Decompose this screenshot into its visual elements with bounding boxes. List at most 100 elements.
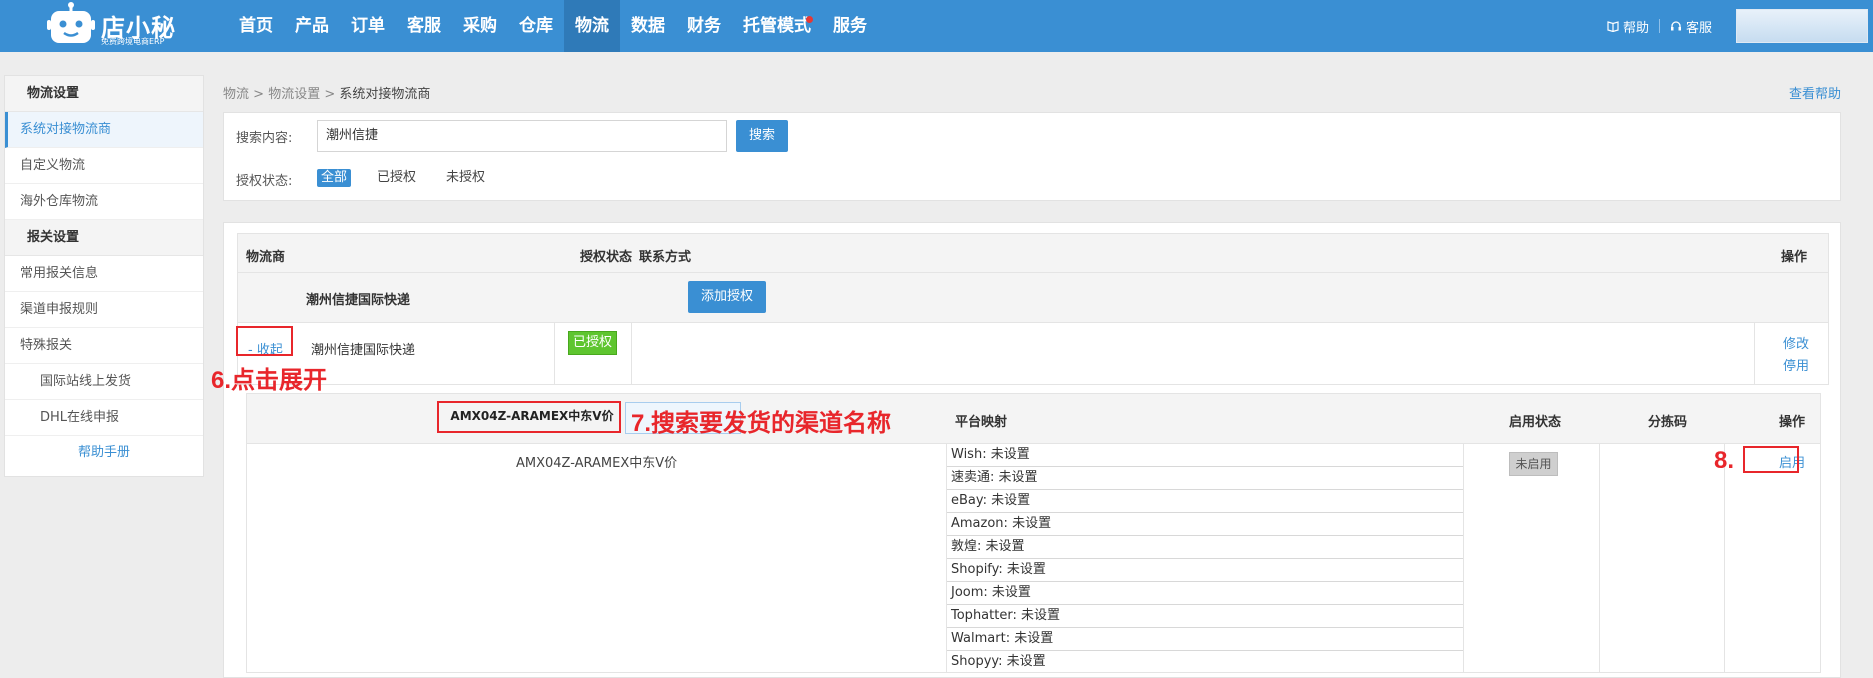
header-platform-mapping: 平台映射 bbox=[955, 415, 1008, 430]
channel-table: AMX04Z-ARAMEX中东V价 平台映射 启用状态 分拣码 操作 AMX04… bbox=[246, 393, 1821, 673]
book-icon bbox=[1607, 21, 1619, 32]
mapping-value: 未设置 bbox=[998, 470, 1038, 485]
logo-subtitle: 免费跨境电商ERP bbox=[101, 37, 165, 46]
header-enable-status: 启用状态 bbox=[1509, 415, 1562, 430]
mapping-platform: Tophatter bbox=[951, 608, 1013, 623]
nav-hosting[interactable]: 托管模式 bbox=[732, 0, 822, 52]
add-auth-button[interactable]: 添加授权 bbox=[688, 281, 766, 313]
nav-logistics[interactable]: 物流 bbox=[564, 0, 620, 52]
carrier-company-name: 潮州信捷国际快递 bbox=[306, 293, 411, 308]
sidebar-item-custom-logistics[interactable]: 自定义物流 bbox=[5, 148, 203, 184]
mapping-platform: Amazon bbox=[951, 516, 1004, 531]
mapping-value: 未设置 bbox=[1006, 562, 1046, 577]
table-header: 物流商 授权状态 联系方式 操作 bbox=[237, 233, 1829, 273]
headset-icon bbox=[1670, 21, 1681, 31]
nav-customer-service[interactable]: 客服 bbox=[396, 0, 452, 52]
user-account[interactable] bbox=[1736, 9, 1868, 43]
mapping-platform: eBay bbox=[951, 493, 983, 508]
mapping-platform: Wish bbox=[951, 447, 983, 462]
mapping-row: Tophatter: 未设置 bbox=[947, 605, 1463, 628]
sidebar: 物流设置 系统对接物流商 自定义物流 海外仓库物流 报关设置 常用报关信息 渠道… bbox=[4, 75, 204, 477]
nav-purchasing[interactable]: 采购 bbox=[452, 0, 508, 52]
sidebar-item-special-customs[interactable]: 特殊报关 bbox=[5, 328, 203, 364]
nav-hosting-label: 托管模式 bbox=[743, 16, 811, 36]
mapping-value: 未设置 bbox=[1006, 654, 1046, 669]
header-channel-operation: 操作 bbox=[1779, 415, 1806, 430]
mapping-value: 未设置 bbox=[985, 539, 1025, 554]
breadcrumb-logistics[interactable]: 物流 bbox=[223, 87, 249, 102]
divider bbox=[1463, 444, 1464, 673]
nav-home[interactable]: 首页 bbox=[228, 0, 284, 52]
carrier-account-name: 潮州信捷国际快递 bbox=[311, 343, 416, 358]
disable-link[interactable]: 停用 bbox=[1783, 355, 1809, 374]
breadcrumb-current: 系统对接物流商 bbox=[339, 87, 431, 102]
sidebar-item-common-customs[interactable]: 常用报关信息 bbox=[5, 256, 203, 292]
disabled-status-badge: 未启用 bbox=[1509, 452, 1558, 476]
mapping-row: 速卖通: 未设置 bbox=[947, 467, 1463, 490]
filter-authorized[interactable]: 已授权 bbox=[373, 169, 420, 187]
view-help-link[interactable]: 查看帮助 bbox=[1789, 83, 1841, 102]
nav-products[interactable]: 产品 bbox=[284, 0, 340, 52]
divider bbox=[1599, 444, 1600, 673]
nav-data[interactable]: 数据 bbox=[620, 0, 676, 52]
divider bbox=[1754, 323, 1755, 384]
sidebar-item-intl-online-shipping[interactable]: 国际站线上发货 bbox=[5, 364, 203, 400]
breadcrumb: 物流 > 物流设置 > 系统对接物流商 bbox=[223, 83, 430, 102]
header-operation: 操作 bbox=[1781, 250, 1808, 265]
divider bbox=[1724, 444, 1725, 673]
mapping-row: Shopify: 未设置 bbox=[947, 559, 1463, 582]
edit-link[interactable]: 修改 bbox=[1783, 333, 1809, 352]
search-button[interactable]: 搜索 bbox=[736, 120, 788, 152]
annotation-step7: 7.搜索要发货的渠道名称 bbox=[631, 410, 892, 437]
mapping-platform: Joom bbox=[951, 585, 984, 600]
sidebar-item-overseas-warehouse[interactable]: 海外仓库物流 bbox=[5, 184, 203, 220]
divider bbox=[554, 323, 555, 384]
annotation-step8: 8. bbox=[1714, 447, 1735, 474]
sidebar-item-system-carriers[interactable]: 系统对接物流商 bbox=[5, 112, 203, 148]
annotation-box-enable bbox=[1743, 446, 1799, 473]
mapping-platform: Walmart bbox=[951, 631, 1006, 646]
mapping-value: 未设置 bbox=[990, 447, 1030, 462]
search-input[interactable]: 潮州信捷 bbox=[317, 120, 727, 152]
sidebar-group-customs-settings: 报关设置 bbox=[5, 220, 203, 256]
mapping-value: 未设置 bbox=[991, 585, 1031, 600]
filter-unauthorized[interactable]: 未授权 bbox=[442, 169, 489, 187]
mapping-value: 未设置 bbox=[1014, 631, 1054, 646]
help-link[interactable]: 帮助 bbox=[1597, 17, 1659, 36]
annotation-box-channel-search bbox=[437, 401, 621, 433]
sidebar-item-dhl-declaration[interactable]: DHL在线申报 bbox=[5, 400, 203, 436]
authorized-badge: 已授权 bbox=[568, 331, 617, 355]
breadcrumb-separator: > bbox=[324, 87, 336, 102]
breadcrumb-separator: > bbox=[253, 87, 265, 102]
mapping-platform: 速卖通 bbox=[951, 470, 991, 485]
notification-dot bbox=[806, 16, 813, 23]
help-label: 帮助 bbox=[1622, 20, 1649, 36]
header-carrier: 物流商 bbox=[246, 250, 286, 265]
mapping-row: Walmart: 未设置 bbox=[947, 628, 1463, 651]
mapping-platform: Shopyy bbox=[951, 654, 999, 669]
carrier-list-panel: 物流商 授权状态 联系方式 操作 潮州信捷国际快递 添加授权 - 收起 潮州信捷… bbox=[223, 222, 1841, 678]
mapping-row: 敦煌: 未设置 bbox=[947, 536, 1463, 559]
robot-logo-icon bbox=[47, 2, 95, 43]
nav-services[interactable]: 服务 bbox=[822, 0, 878, 52]
sidebar-item-channel-rules[interactable]: 渠道申报规则 bbox=[5, 292, 203, 328]
mapping-row: Wish: 未设置 bbox=[947, 444, 1463, 467]
help-manual-link[interactable]: 帮助手册 bbox=[5, 436, 203, 470]
service-link[interactable]: 客服 bbox=[1660, 17, 1722, 36]
mapping-row: Amazon: 未设置 bbox=[947, 513, 1463, 536]
auth-status-label: 授权状态: bbox=[236, 174, 293, 189]
nav-warehouse[interactable]: 仓库 bbox=[508, 0, 564, 52]
mapping-value: 未设置 bbox=[1012, 516, 1052, 531]
header-auth-status: 授权状态 bbox=[580, 250, 633, 265]
mapping-row: Joom: 未设置 bbox=[947, 582, 1463, 605]
breadcrumb-logistics-settings[interactable]: 物流设置 bbox=[268, 87, 320, 102]
nav-finance[interactable]: 财务 bbox=[676, 0, 732, 52]
mapping-platform: 敦煌 bbox=[951, 539, 978, 554]
top-navbar: 店小秘 免费跨境电商ERP 首页 产品 订单 客服 采购 仓库 物流 数据 财务… bbox=[0, 0, 1873, 52]
logo[interactable]: 店小秘 免费跨境电商ERP bbox=[47, 2, 177, 48]
filter-all[interactable]: 全部 bbox=[317, 169, 352, 187]
nav-orders[interactable]: 订单 bbox=[340, 0, 396, 52]
carrier-company-row: 潮州信捷国际快递 添加授权 bbox=[237, 273, 1829, 323]
annotation-box-collapse bbox=[236, 326, 293, 356]
divider bbox=[631, 323, 632, 384]
